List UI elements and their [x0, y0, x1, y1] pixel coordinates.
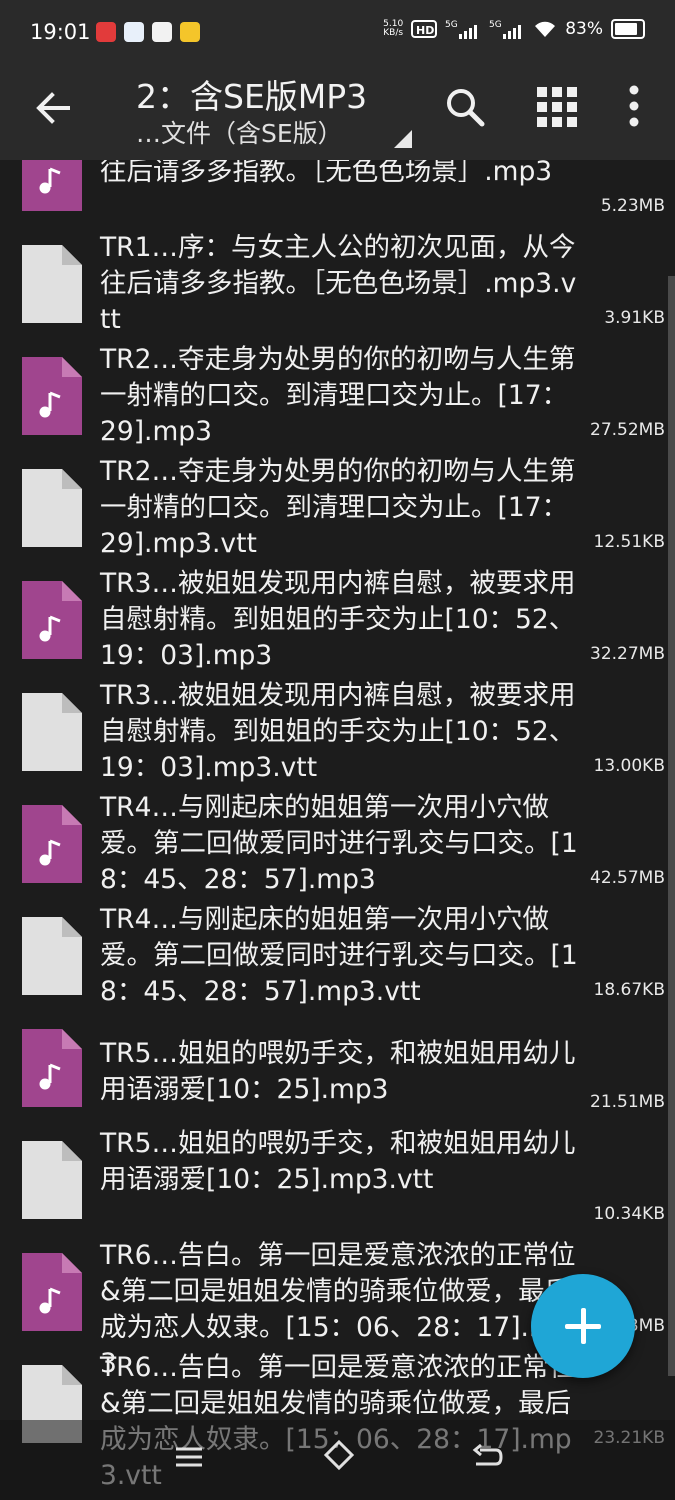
grid-view-button[interactable] [532, 82, 582, 132]
file-row[interactable]: TR5…姐姐的喂奶手交，和被姐姐用幼儿用语溺爱[10：25].mp3 21.51M… [0, 1012, 675, 1124]
recent-apps-icon[interactable] [172, 1440, 206, 1474]
hd-icon: HD [411, 20, 438, 38]
file-size: 5.23MB [600, 196, 665, 216]
file-row[interactable]: TR3…被姐姐发现用内裤自慰，被要求用自慰射精。到姐姐的手交为止[10：52、1… [0, 676, 675, 788]
file-size: 3.91KB [604, 308, 665, 328]
file-size: 12.51KB [593, 532, 665, 552]
file-name: TR3…被姐姐发现用内裤自慰，被要求用自慰射精。到姐姐的手交为止[10：52、1… [100, 680, 576, 783]
audio-file-icon [22, 805, 82, 883]
file-row[interactable]: TR3…被姐姐发现用内裤自慰，被要求用自慰射精。到姐姐的手交为止[10：52、1… [0, 564, 675, 676]
file-row[interactable]: TR4…与刚起床的姐姐第一次用小穴做爱。第二回做爱同时进行乳交与口交。[18：4… [0, 900, 675, 1012]
svg-text:5G: 5G [489, 20, 502, 30]
network-speed: 5.10 KB/s [383, 19, 404, 38]
nav-back-icon[interactable] [470, 1440, 504, 1474]
page-title: 2：含SE版MP3 [136, 77, 368, 116]
file-size: 10.34KB [593, 1204, 665, 1224]
more-vert-icon [629, 85, 639, 127]
search-button[interactable] [440, 82, 490, 132]
search-icon [447, 89, 485, 127]
mail-notification-icon [152, 22, 172, 42]
file-name: TR4…与刚起床的姐姐第一次用小穴做爱。第二回做爱同时进行乳交与口交。[18：4… [100, 792, 578, 895]
audio-file-icon [22, 160, 82, 211]
app-notification-icon [124, 22, 144, 42]
app-notification-icon [180, 22, 200, 42]
file-name: TR1…序：与女主人公的初次见面，从今往后请多多指教。［无色色场景］.mp3 [100, 160, 553, 187]
battery-percent: 83% [565, 19, 603, 39]
audio-file-icon [22, 581, 82, 659]
file-row[interactable]: TR2…夺走身为处男的你的初吻与人生第一射精的口交。到清理口交为止。[17：29… [0, 452, 675, 564]
file-name: TR1…序：与女主人公的初次见面，从今往后请多多指教。［无色色场景］.mp3.v… [100, 232, 577, 335]
battery-icon [611, 19, 645, 39]
wifi-icon [535, 21, 556, 37]
dropdown-caret-icon[interactable] [394, 130, 412, 148]
app-notification-icon [96, 22, 116, 42]
file-row[interactable]: TR1…序：与女主人公的初次见面，从今往后请多多指教。［无色色场景］.mp3 5.… [0, 160, 675, 228]
navigation-bar [0, 1420, 675, 1500]
file-row[interactable]: TR1…序：与女主人公的初次见面，从今往后请多多指教。［无色色场景］.mp3.v… [0, 228, 675, 340]
generic-file-icon [22, 469, 82, 547]
signal-5g-icon: 5G [489, 20, 522, 39]
file-name: TR2…夺走身为处男的你的初吻与人生第一射精的口交。到清理口交为止。[17：29… [100, 344, 576, 447]
file-size: 32.27MB [590, 644, 665, 664]
app-bar: 2：含SE版MP3 …文件（含SE版） [0, 66, 675, 160]
file-size: 27.52MB [590, 420, 665, 440]
file-row[interactable]: TR5…姐姐的喂奶手交，和被姐姐用幼儿用语溺爱[10：25].mp3.vtt 10… [0, 1124, 675, 1236]
back-button[interactable] [32, 86, 76, 130]
file-name: TR5…姐姐的喂奶手交，和被姐姐用幼儿用语溺爱[10：25].mp3 [100, 1038, 576, 1105]
file-size: 13.00KB [593, 756, 665, 776]
generic-file-icon [22, 245, 82, 323]
generic-file-icon [22, 693, 82, 771]
signal-5g-icon: 5G [445, 20, 478, 39]
file-name: TR5…姐姐的喂奶手交，和被姐姐用幼儿用语溺爱[10：25].mp3.vtt [100, 1128, 576, 1195]
svg-text:HD: HD [416, 24, 434, 37]
more-options-button[interactable] [610, 82, 660, 132]
arrow-back-icon [36, 92, 70, 124]
audio-file-icon [22, 1029, 82, 1107]
file-size: 18.67KB [593, 980, 665, 1000]
path-dropdown[interactable]: …文件（含SE版） [136, 114, 343, 150]
file-row[interactable]: TR4…与刚起床的姐姐第一次用小穴做爱。第二回做爱同时进行乳交与口交。[18：4… [0, 788, 675, 900]
grid-view-icon [537, 87, 577, 127]
svg-text:5G: 5G [445, 20, 458, 30]
add-fab-button[interactable] [531, 1274, 635, 1378]
audio-file-icon [22, 357, 82, 435]
generic-file-icon [22, 1141, 82, 1219]
file-name: TR4…与刚起床的姐姐第一次用小穴做爱。第二回做爱同时进行乳交与口交。[18：4… [100, 904, 578, 1007]
generic-file-icon [22, 917, 82, 995]
notification-icons [96, 22, 200, 42]
file-name: TR2…夺走身为处男的你的初吻与人生第一射精的口交。到清理口交为止。[17：29… [100, 456, 576, 559]
status-bar: 19:01 5.10 KB/s HD 5G 5G 83% [0, 0, 675, 66]
home-icon[interactable] [322, 1438, 356, 1472]
scrollbar[interactable] [668, 276, 675, 1376]
status-time: 19:01 [30, 20, 91, 44]
file-list-inner: TR1…序：与女主人公的初次见面，从今往后请多多指教。［无色色场景］.mp3 5.… [0, 160, 675, 1491]
audio-file-icon [22, 1253, 82, 1331]
file-size: 21.51MB [590, 1092, 665, 1112]
file-row[interactable]: TR2…夺走身为处男的你的初吻与人生第一射精的口交。到清理口交为止。[17：29… [0, 340, 675, 452]
file-name: TR3…被姐姐发现用内裤自慰，被要求用自慰射精。到姐姐的手交为止[10：52、1… [100, 568, 576, 671]
system-icons: 5.10 KB/s HD 5G 5G 83% [383, 18, 645, 40]
file-size: 42.57MB [590, 868, 665, 888]
